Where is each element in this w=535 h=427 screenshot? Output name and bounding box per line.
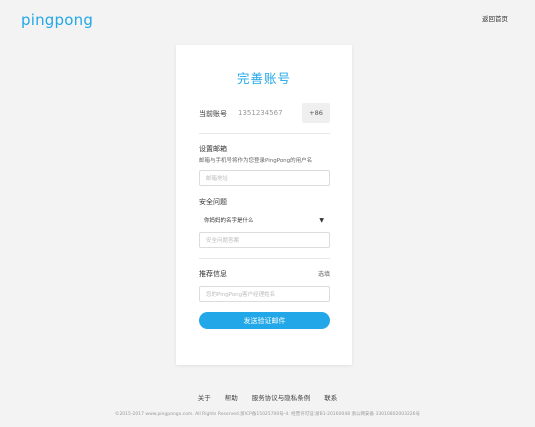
footer-link-help[interactable]: 帮助 — [225, 392, 238, 402]
email-hint: 邮箱与手机号将作为您登录PingPong的用户名 — [199, 158, 313, 164]
current-account-value: 1351234567 — [238, 109, 283, 117]
security-answer-input[interactable]: 安全问题答案 — [199, 232, 330, 248]
footer-link-contact[interactable]: 联系 — [324, 392, 337, 402]
account-form-card: 完善账号 当前账号 1351234567 +86 设置邮箱 邮箱与手机号将作为您… — [176, 45, 352, 365]
chevron-down-icon: ▼ — [319, 216, 324, 224]
back-home-link[interactable]: 返回首页 — [482, 13, 508, 23]
page-title: 完善账号 — [236, 71, 291, 86]
security-section-label: 安全问题 — [199, 198, 227, 206]
referral-input[interactable]: 您的PingPong客户经理姓名 — [199, 286, 330, 302]
footer-links: 关于 帮助 服务协议与隐私条例 联系 — [0, 392, 535, 402]
current-account-label: 当前账号 — [199, 110, 227, 118]
footer-link-terms[interactable]: 服务协议与隐私条例 — [252, 392, 311, 402]
referral-section-label: 推荐信息 — [199, 270, 227, 278]
divider — [199, 133, 330, 134]
security-question-value: 你妈妈的名字是什么 — [204, 218, 254, 224]
footer-link-about[interactable]: 关于 — [198, 392, 211, 402]
security-question-select[interactable]: 你妈妈的名字是什么 ▼ — [199, 212, 330, 228]
country-code-badge: +86 — [302, 103, 330, 123]
referral-optional-tag: 选填 — [317, 271, 330, 278]
copyright-text: ©2015-2017 www.pingpongx.com. All Rights… — [114, 412, 421, 417]
email-input[interactable]: 邮箱地址 — [199, 170, 330, 186]
send-verification-email-button[interactable]: 发送验证邮件 — [199, 312, 330, 329]
divider — [199, 258, 330, 259]
logo[interactable]: pingpong — [21, 11, 93, 29]
email-section-label: 设置邮箱 — [199, 145, 227, 153]
